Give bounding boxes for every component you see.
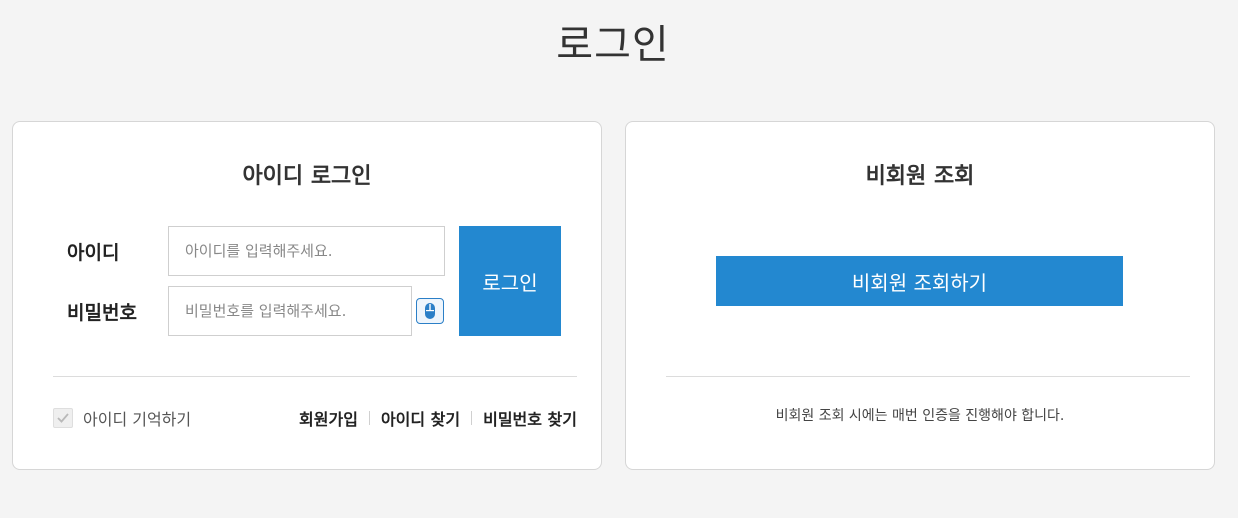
virtual-keyboard-toggle[interactable] [416,298,444,324]
password-label: 비밀번호 [67,302,137,324]
id-login-panel: 아이디 로그인 아이디 비밀번호 로그인 아이디 기억하기 회원가입 아이디 찾… [12,121,602,470]
signup-link[interactable]: 회원가입 [299,406,358,430]
divider [666,376,1190,377]
link-separator [471,411,473,425]
link-separator [368,411,370,425]
find-password-link[interactable]: 비밀번호 찾기 [483,406,577,430]
mouse-icon [425,303,435,319]
guest-lookup-note: 비회원 조회 시에는 매번 인증을 진행해야 합니다. [775,408,1065,424]
remember-id-checkbox[interactable]: 아이디 기억하기 [53,406,191,430]
guest-lookup-button[interactable]: 비회원 조회하기 [716,256,1123,306]
guest-lookup-title: 비회원 조회 [865,164,975,189]
login-button[interactable]: 로그인 [459,226,561,336]
page-title: 로그인 [556,22,670,68]
password-input[interactable] [168,286,412,336]
guest-lookup-panel: 비회원 조회 비회원 조회하기 비회원 조회 시에는 매번 인증을 진행해야 합… [625,121,1215,470]
id-input[interactable] [168,226,445,276]
id-label: 아이디 [67,242,120,264]
remember-id-label: 아이디 기억하기 [83,410,192,429]
check-icon [57,413,69,423]
find-id-link[interactable]: 아이디 찾기 [381,406,460,430]
divider [53,376,577,377]
account-links: 회원가입 아이디 찾기 비밀번호 찾기 [299,406,577,430]
remember-checkbox-box[interactable] [53,408,73,428]
id-login-title: 아이디 로그인 [242,164,372,189]
